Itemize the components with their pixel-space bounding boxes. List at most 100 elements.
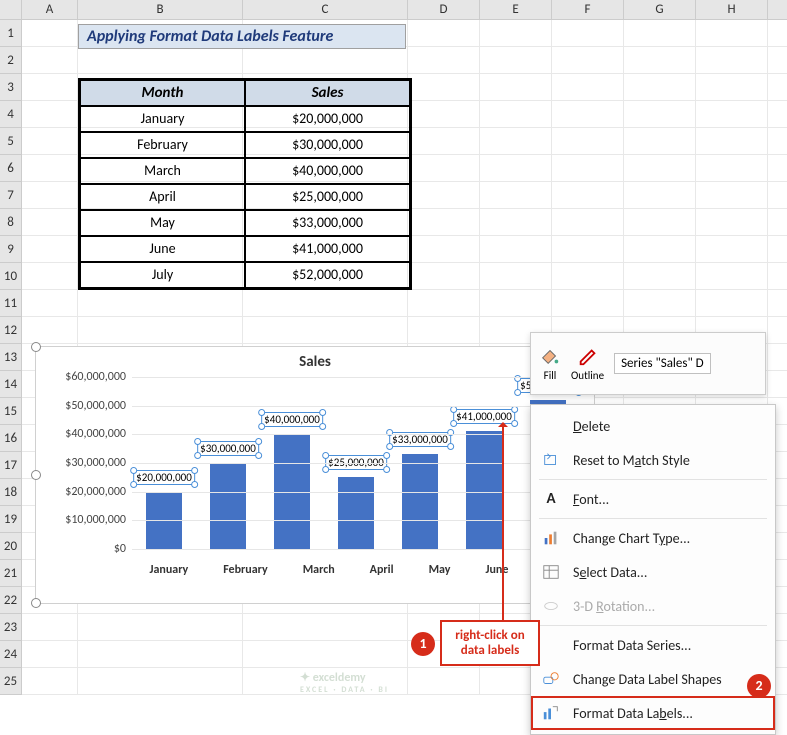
label-handle[interactable] [258,423,265,430]
column-header[interactable]: D [408,0,480,20]
row-header[interactable]: 2 [0,47,22,74]
row-header[interactable]: 7 [0,182,22,209]
column-header[interactable]: I [768,0,787,20]
menu-font[interactable]: A Font... [531,482,775,516]
bar[interactable]: $33,000,000 [402,454,438,549]
row-header[interactable]: 17 [0,452,22,479]
label-handle[interactable] [511,420,518,427]
label-handle[interactable] [447,429,454,436]
column-header[interactable]: H [696,0,768,20]
bar[interactable]: $25,000,000 [338,477,374,549]
cell-month[interactable]: February [80,132,245,158]
row-header[interactable]: 20 [0,533,22,560]
mini-toolbar[interactable]: Fill Outline Series "Sales" D [530,332,766,395]
label-handle[interactable] [386,443,393,450]
row-header[interactable]: 22 [0,587,22,614]
label-handle[interactable] [319,423,326,430]
row-header[interactable]: 14 [0,371,22,398]
label-handle[interactable] [130,467,137,474]
row-header[interactable]: 12 [0,317,22,344]
column-header[interactable]: C [243,0,408,20]
series-selector[interactable]: Series "Sales" D [614,353,711,374]
label-handle[interactable] [383,466,390,473]
label-handle[interactable] [450,406,457,413]
cell-sales[interactable]: $25,000,000 [245,184,410,210]
label-handle[interactable] [450,420,457,427]
outline-button[interactable]: Outline [571,345,604,382]
resize-handle[interactable] [31,342,41,352]
bar[interactable]: $30,000,000 [210,463,246,549]
row-header[interactable]: 15 [0,398,22,425]
row-header[interactable]: 5 [0,128,22,155]
label-handle[interactable] [255,438,262,445]
fill-button[interactable]: Fill [539,345,561,382]
row-header[interactable]: 11 [0,290,22,317]
label-handle[interactable] [319,409,326,416]
row-header[interactable]: 19 [0,506,22,533]
label-handle[interactable] [258,409,265,416]
cell-month[interactable]: May [80,210,245,236]
data-label[interactable]: $20,000,000 [133,470,195,485]
column-header[interactable]: F [552,0,624,20]
cell-sales[interactable]: $40,000,000 [245,158,410,184]
row-header[interactable]: 8 [0,209,22,236]
label-handle[interactable] [194,438,201,445]
cell-sales[interactable]: $20,000,000 [245,106,410,132]
label-handle[interactable] [511,406,518,413]
row-header[interactable]: 16 [0,425,22,452]
row-header[interactable]: 10 [0,263,22,290]
row-header[interactable]: 1 [0,20,22,47]
column-header[interactable]: A [22,0,78,20]
menu-delete[interactable]: Delete [531,409,775,443]
menu-change-label-shapes[interactable]: Change Data Label Shapes ▶ [531,662,775,696]
y-tick-label: $30,000,000 [65,456,126,470]
resize-handle[interactable] [31,598,41,608]
resize-handle[interactable] [31,470,41,480]
label-handle[interactable] [383,452,390,459]
label-handle[interactable] [191,467,198,474]
label-handle[interactable] [386,429,393,436]
label-handle[interactable] [194,452,201,459]
label-handle[interactable] [255,452,262,459]
select-all[interactable] [0,0,22,20]
row-header[interactable]: 23 [0,614,22,641]
row-header[interactable]: 4 [0,101,22,128]
row-header[interactable]: 3 [0,74,22,101]
menu-reset-style[interactable]: Reset to Match Style [531,443,775,477]
data-label[interactable]: $30,000,000 [197,441,259,456]
cell-sales[interactable]: $30,000,000 [245,132,410,158]
cell-month[interactable]: June [80,236,245,262]
row-header[interactable]: 21 [0,560,22,587]
data-label[interactable]: $40,000,000 [261,412,323,427]
cell-month[interactable]: March [80,158,245,184]
row-header[interactable]: 25 [0,668,22,695]
cell-sales[interactable]: $41,000,000 [245,236,410,262]
label-handle[interactable] [514,389,521,396]
column-header[interactable]: B [78,0,243,20]
label-handle[interactable] [130,481,137,488]
row-header[interactable]: 6 [0,155,22,182]
column-header[interactable]: E [480,0,552,20]
menu-format-data-labels[interactable]: Format Data Labels... [531,696,775,730]
cell-sales[interactable]: $52,000,000 [245,262,410,288]
menu-change-chart-type[interactable]: Change Chart Type... [531,521,775,555]
context-menu[interactable]: Delete Reset to Match Style A Font... Ch… [530,404,776,735]
label-handle[interactable] [191,481,198,488]
row-header[interactable]: 24 [0,641,22,668]
row-header[interactable]: 18 [0,479,22,506]
cell-month[interactable]: July [80,262,245,288]
label-handle[interactable] [322,466,329,473]
menu-format-series[interactable]: Format Data Series... [531,628,775,662]
cell-month[interactable]: April [80,184,245,210]
menu-select-data[interactable]: Select Data... [531,555,775,589]
cell-month[interactable]: January [80,106,245,132]
chart-container[interactable]: Sales $0$10,000,000$20,000,000$30,000,00… [35,346,595,604]
column-header[interactable]: G [624,0,696,20]
row-header[interactable]: 13 [0,344,22,371]
label-handle[interactable] [514,375,521,382]
cell-sales[interactable]: $33,000,000 [245,210,410,236]
bar[interactable]: $41,000,000 [466,431,502,549]
label-handle[interactable] [322,452,329,459]
label-handle[interactable] [447,443,454,450]
row-header[interactable]: 9 [0,236,22,263]
